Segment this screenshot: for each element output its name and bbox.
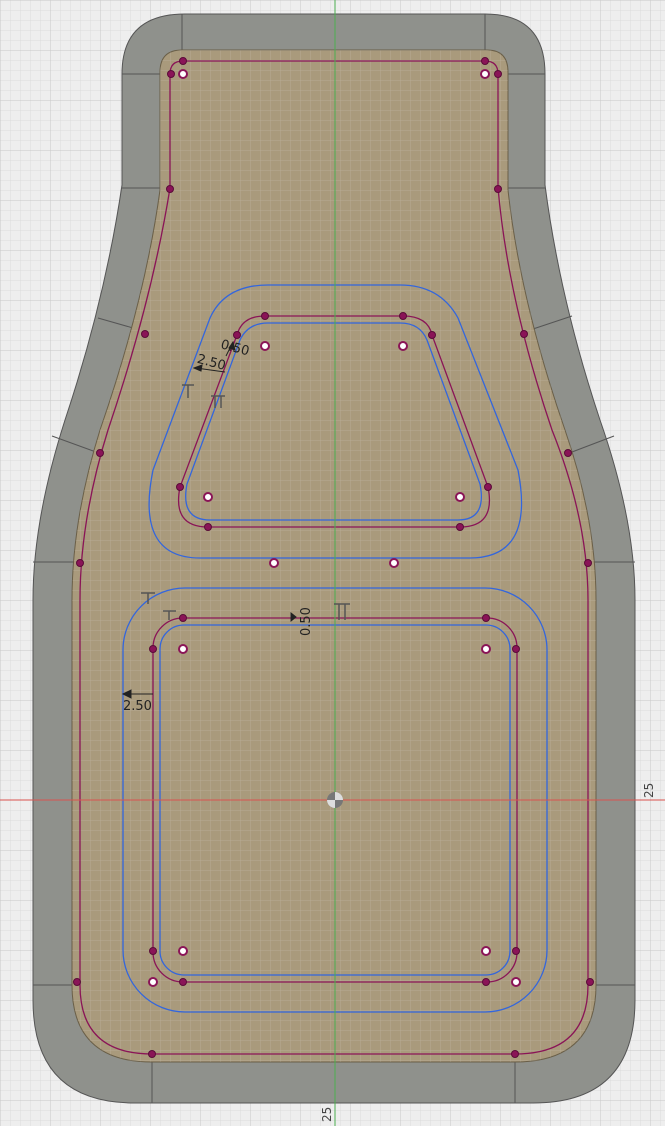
vertical-axis-label: 25 (320, 1107, 334, 1122)
lower-outer-dimension[interactable]: 2.50 (123, 699, 152, 714)
origin-icon[interactable] (327, 792, 343, 808)
design-canvas[interactable]: 2.50 0.50 0.50 2.50 25 25 (0, 0, 665, 1126)
horizontal-axis-label: 25 (642, 783, 656, 798)
lower-inner-dimension[interactable]: 0.50 (299, 607, 314, 636)
